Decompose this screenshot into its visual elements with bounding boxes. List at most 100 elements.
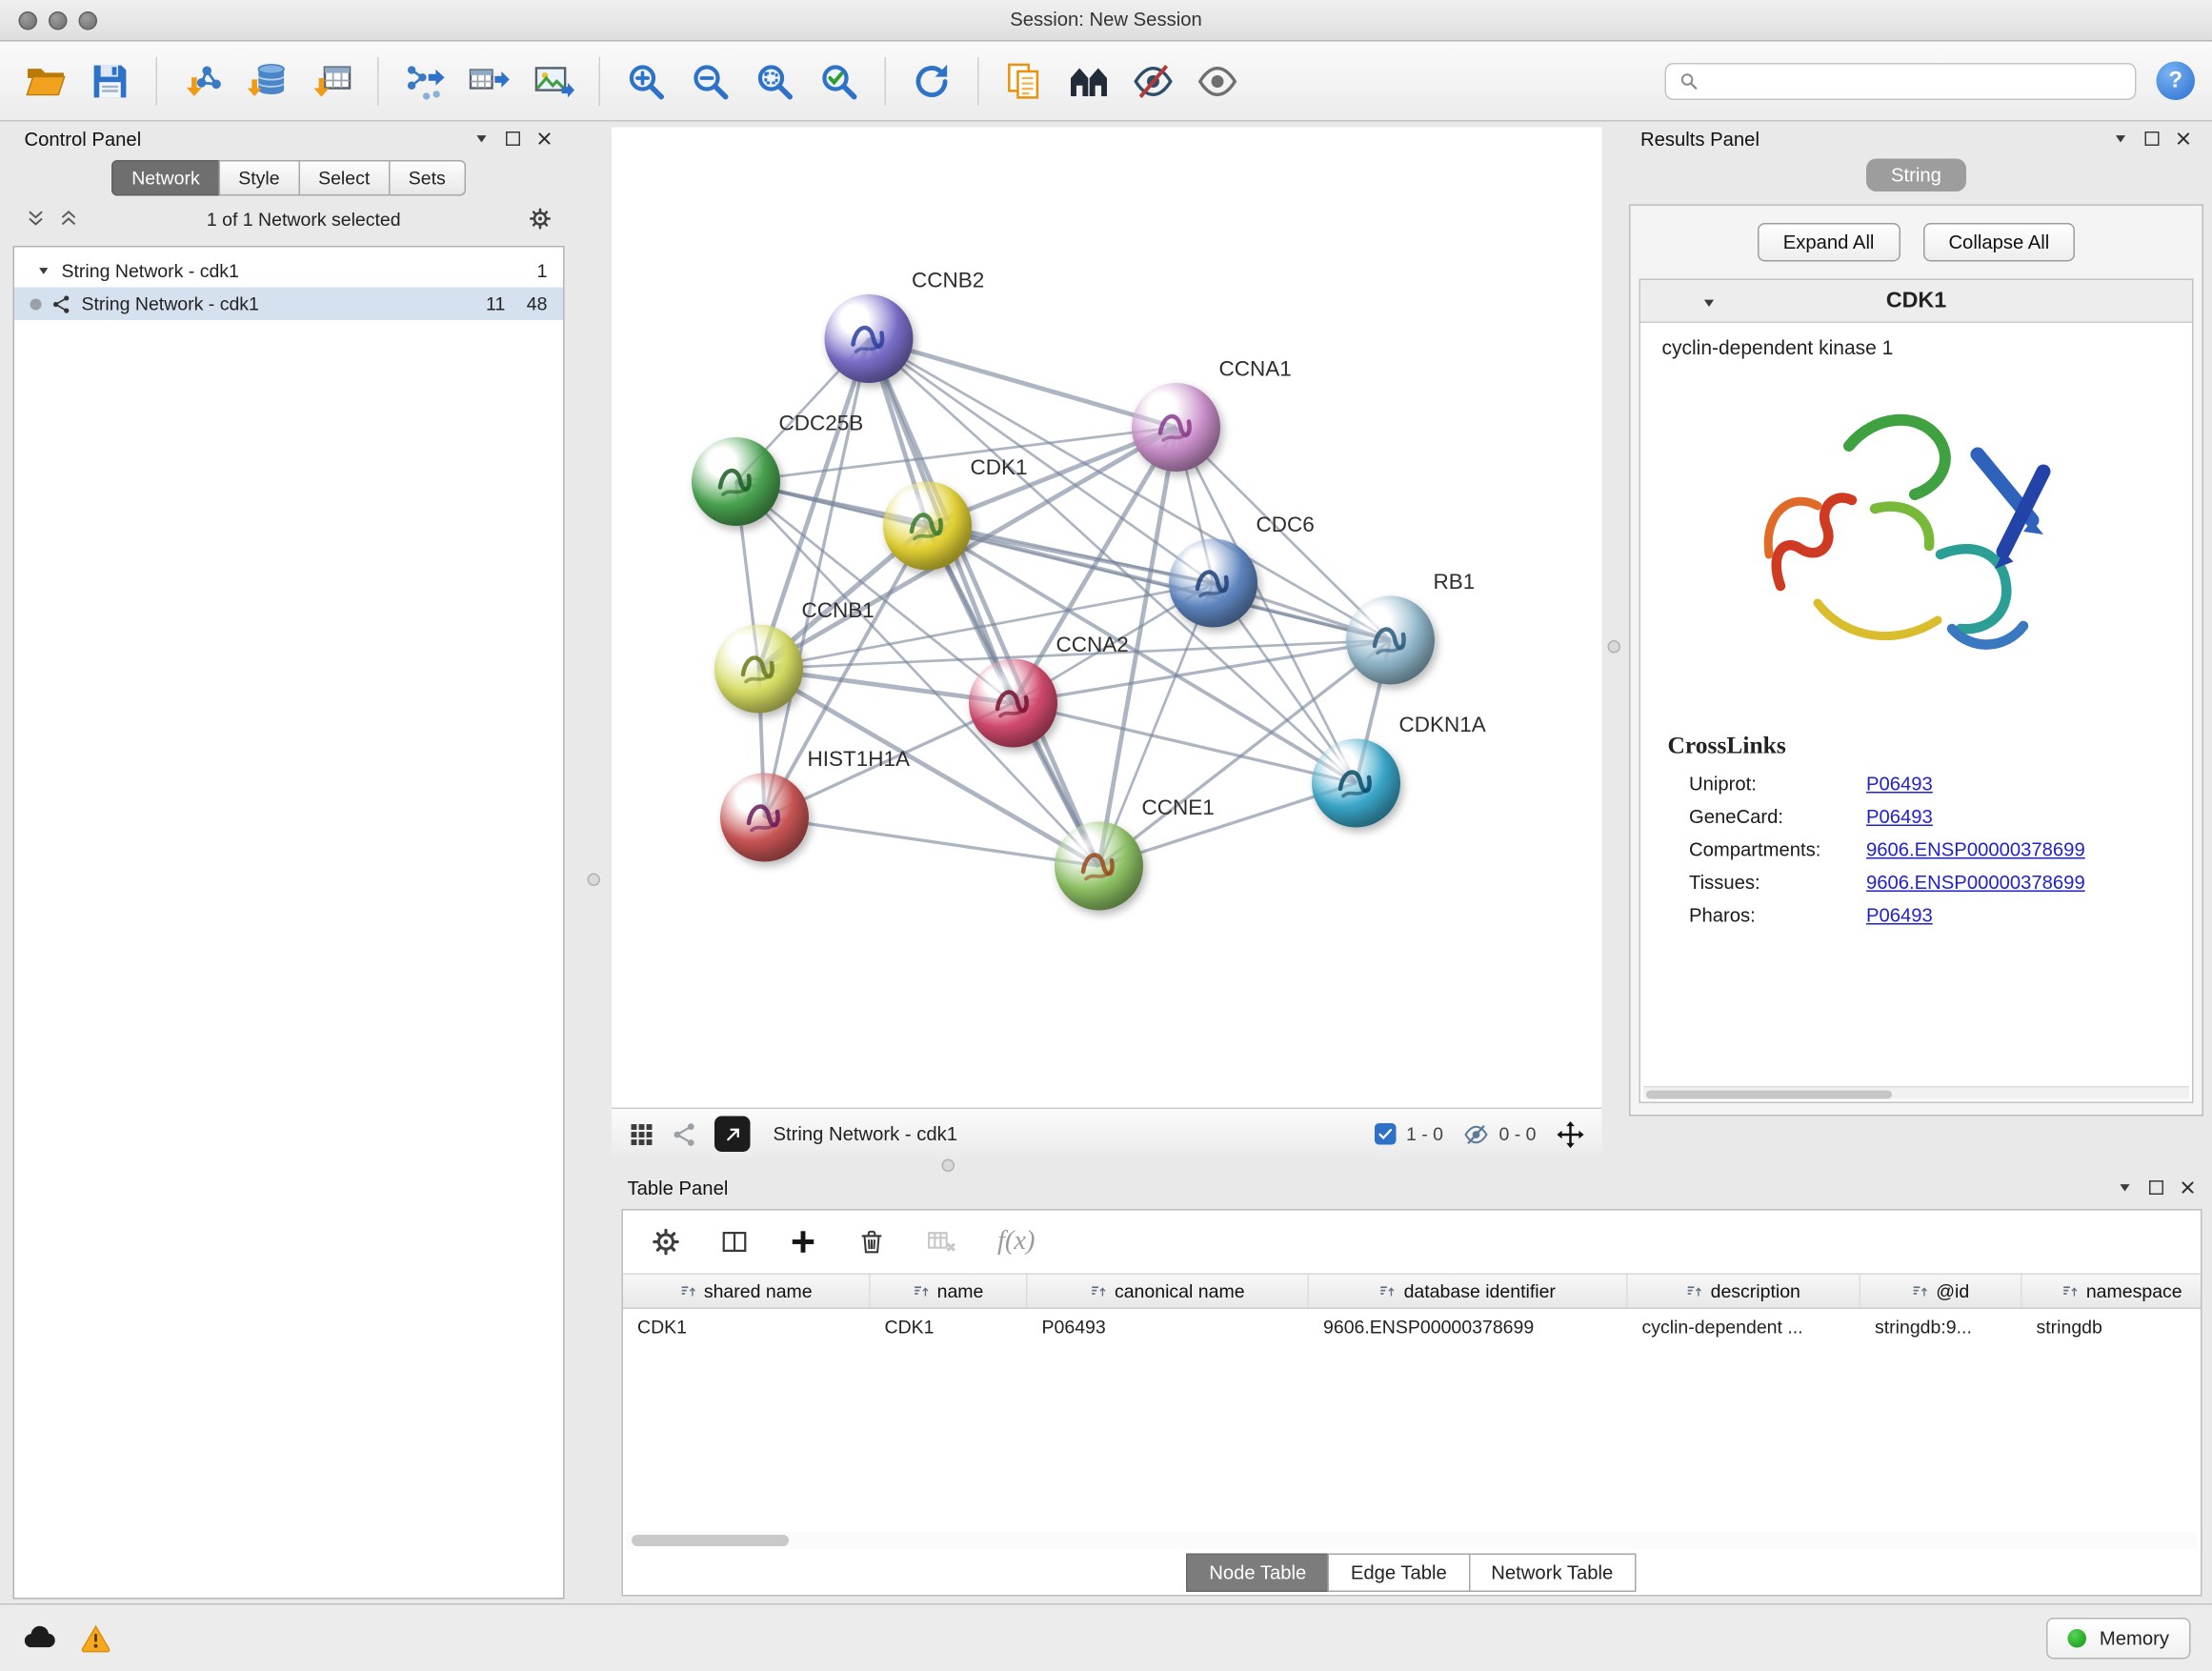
delete-column-icon[interactable] xyxy=(857,1228,886,1257)
open-session-button[interactable] xyxy=(17,52,74,110)
new-network-from-selection-button[interactable] xyxy=(396,52,453,110)
network-node-rb1[interactable] xyxy=(1346,596,1435,685)
table-cell[interactable]: CDK1 xyxy=(623,1309,871,1345)
add-column-icon[interactable] xyxy=(789,1228,817,1257)
crosslink-value[interactable]: 9606.ENSP00000378699 xyxy=(1866,872,2085,894)
column-header-shared-name[interactable]: shared name xyxy=(623,1275,871,1308)
bottom-splitter-knob[interactable] xyxy=(942,1159,955,1173)
table-cell[interactable]: 9606.ENSP00000378699 xyxy=(1309,1309,1628,1345)
network-node-ccna1[interactable] xyxy=(1132,383,1220,472)
import-network-from-file-button[interactable] xyxy=(174,52,231,110)
detach-view-button[interactable] xyxy=(714,1117,751,1153)
tab-edge-table[interactable]: Edge Table xyxy=(1328,1553,1470,1592)
network-node-cdc6[interactable] xyxy=(1169,539,1257,628)
disclosure-triangle-icon[interactable] xyxy=(36,263,52,279)
tab-network[interactable]: Network xyxy=(111,160,220,196)
tab-style[interactable]: Style xyxy=(218,160,299,196)
panel-maximize-icon[interactable] xyxy=(2145,131,2160,146)
birdseye-navigator-button[interactable] xyxy=(1060,52,1117,110)
crosslink-value[interactable]: P06493 xyxy=(1866,774,1933,795)
export-document-button[interactable] xyxy=(996,52,1054,110)
table-cell[interactable]: stringdb:9... xyxy=(1860,1309,2022,1345)
move-crosshair-icon[interactable] xyxy=(1557,1119,1585,1148)
cloud-icon[interactable] xyxy=(22,1621,56,1655)
crosslink-value[interactable]: P06493 xyxy=(1866,806,1933,828)
tab-string[interactable]: String xyxy=(1867,159,1966,192)
gear-icon[interactable] xyxy=(529,208,552,231)
hidden-eye-icon[interactable] xyxy=(1463,1121,1489,1147)
import-network-from-database-button[interactable] xyxy=(239,52,296,110)
table-cell[interactable]: cyclin-dependent ... xyxy=(1628,1309,1861,1345)
collapse-all-button[interactable]: Collapse All xyxy=(1922,223,2075,262)
show-columns-icon[interactable] xyxy=(720,1228,749,1257)
panel-float-icon[interactable] xyxy=(2112,131,2129,148)
panel-float-icon[interactable] xyxy=(2117,1179,2134,1197)
help-button[interactable]: ? xyxy=(2157,62,2196,101)
search-input[interactable] xyxy=(1709,70,2122,92)
network-edge[interactable] xyxy=(1014,703,1357,783)
memory-button[interactable]: Memory xyxy=(2046,1618,2190,1660)
export-image-button[interactable] xyxy=(525,52,582,110)
network-node-ccnb1[interactable] xyxy=(714,625,803,714)
network-node-cdk1[interactable] xyxy=(883,482,972,571)
column-header-name[interactable]: name xyxy=(871,1275,1028,1308)
crosslink-value[interactable]: P06493 xyxy=(1866,905,1933,927)
column-header-id[interactable]: @id xyxy=(1860,1275,2022,1308)
column-header-namespace[interactable]: namespace xyxy=(2022,1275,2202,1308)
left-splitter-knob[interactable] xyxy=(588,874,601,887)
expand-all-networks-icon[interactable] xyxy=(59,209,79,229)
zoom-in-button[interactable] xyxy=(617,52,674,110)
network-edge[interactable] xyxy=(765,817,1099,866)
network-row[interactable]: String Network - cdk1 11 48 xyxy=(14,288,563,321)
collapse-all-networks-icon[interactable] xyxy=(26,209,46,229)
tab-select[interactable]: Select xyxy=(298,160,390,196)
network-edge[interactable] xyxy=(765,339,870,818)
show-all-button[interactable] xyxy=(1189,52,1246,110)
table-settings-icon[interactable] xyxy=(652,1228,680,1257)
panel-close-icon[interactable] xyxy=(536,131,553,148)
table-cell[interactable]: CDK1 xyxy=(871,1309,1028,1345)
column-header-description[interactable]: description xyxy=(1628,1275,1861,1308)
new-network-from-table-button[interactable] xyxy=(460,52,517,110)
hide-selected-button[interactable] xyxy=(1125,52,1182,110)
tab-sets[interactable]: Sets xyxy=(389,160,466,196)
function-builder-button[interactable]: f(x) xyxy=(997,1226,1036,1258)
tab-node-table[interactable]: Node Table xyxy=(1186,1553,1329,1592)
grid-view-icon[interactable] xyxy=(629,1121,654,1147)
expand-all-button[interactable]: Expand All xyxy=(1758,223,1900,262)
zoom-selected-button[interactable] xyxy=(811,52,868,110)
network-collection-row[interactable]: String Network - cdk1 1 xyxy=(14,254,563,288)
search-box[interactable] xyxy=(1665,62,2137,99)
panel-close-icon[interactable] xyxy=(2180,1179,2197,1197)
results-horizontal-scrollbar[interactable] xyxy=(1643,1086,2189,1099)
column-header-canonical-name[interactable]: canonical name xyxy=(1028,1275,1310,1308)
tab-network-table[interactable]: Network Table xyxy=(1468,1553,1636,1592)
selected-checkbox[interactable] xyxy=(1375,1123,1397,1145)
column-header-database-identifier[interactable]: database identifier xyxy=(1309,1275,1628,1308)
network-node-cdkn1a[interactable] xyxy=(1312,739,1400,828)
save-session-button[interactable] xyxy=(82,52,139,110)
network-node-ccnb2[interactable] xyxy=(825,294,914,383)
network-node-cdc25b[interactable] xyxy=(692,437,780,526)
crosslink-value[interactable]: 9606.ENSP00000378699 xyxy=(1866,839,2085,861)
table-cell[interactable]: P06493 xyxy=(1028,1309,1310,1345)
network-canvas[interactable]: CCNB2CCNA1CDC25BCDK1CDC6RB1CCNB1CCNA2CDK… xyxy=(612,128,1602,1108)
table-horizontal-scrollbar[interactable] xyxy=(626,1532,2198,1549)
zoom-fit-button[interactable] xyxy=(746,52,803,110)
panel-maximize-icon[interactable] xyxy=(2149,1180,2163,1195)
import-table-from-file-button[interactable] xyxy=(303,52,360,110)
refresh-network-button[interactable] xyxy=(903,52,960,110)
network-node-hist1h1a[interactable] xyxy=(720,774,809,862)
right-splitter-knob[interactable] xyxy=(1608,640,1621,654)
table-cell[interactable]: stringdb xyxy=(2022,1309,2202,1345)
network-node-ccne1[interactable] xyxy=(1055,822,1143,911)
network-edge[interactable] xyxy=(869,339,1099,867)
table-row[interactable]: CDK1CDK1P064939606.ENSP00000378699cyclin… xyxy=(623,1309,2201,1345)
share-view-icon[interactable] xyxy=(672,1121,697,1147)
network-node-ccna2[interactable] xyxy=(969,659,1057,748)
panel-maximize-icon[interactable] xyxy=(506,131,520,146)
panel-close-icon[interactable] xyxy=(2175,131,2192,148)
zoom-out-button[interactable] xyxy=(682,52,739,110)
panel-float-icon[interactable] xyxy=(473,131,491,148)
warning-icon[interactable] xyxy=(80,1622,111,1654)
